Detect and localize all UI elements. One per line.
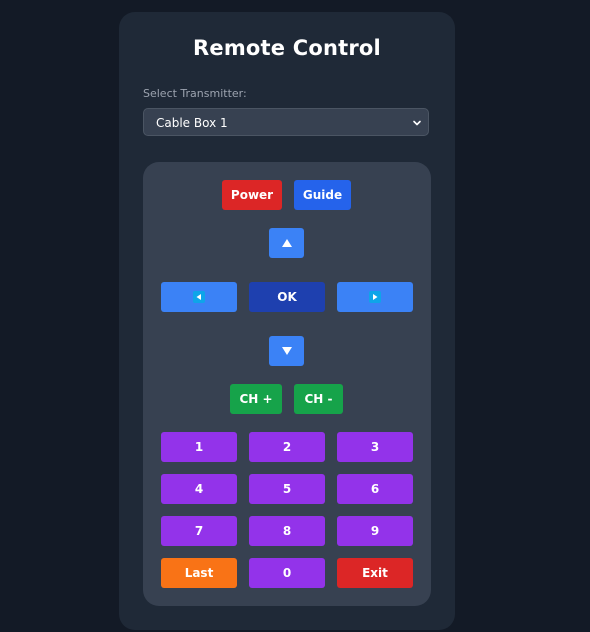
transmitter-label: Select Transmitter: <box>143 87 247 100</box>
number-9-button[interactable]: 9 <box>337 516 413 546</box>
exit-button[interactable]: Exit <box>337 558 413 588</box>
remote-control-card: Remote Control Select Transmitter: Cable… <box>119 12 455 630</box>
right-button[interactable] <box>337 282 413 312</box>
number-1-button[interactable]: 1 <box>161 432 237 462</box>
remote-panel: Power Guide OK CH + CH - 1 2 3 4 5 6 7 8… <box>143 162 431 606</box>
guide-button[interactable]: Guide <box>294 180 351 210</box>
number-5-button[interactable]: 5 <box>249 474 325 504</box>
left-button[interactable] <box>161 282 237 312</box>
number-8-button[interactable]: 8 <box>249 516 325 546</box>
number-3-button[interactable]: 3 <box>337 432 413 462</box>
triangle-up-icon <box>281 239 292 247</box>
down-button[interactable] <box>269 336 304 366</box>
channel-down-button[interactable]: CH - <box>294 384 343 414</box>
arrow-right-icon <box>369 291 381 303</box>
number-0-button[interactable]: 0 <box>249 558 325 588</box>
power-button[interactable]: Power <box>222 180 282 210</box>
up-button[interactable] <box>269 228 304 258</box>
number-6-button[interactable]: 6 <box>337 474 413 504</box>
triangle-down-icon <box>281 347 292 355</box>
ok-button[interactable]: OK <box>249 282 325 312</box>
page-title: Remote Control <box>193 36 381 60</box>
number-4-button[interactable]: 4 <box>161 474 237 504</box>
number-2-button[interactable]: 2 <box>249 432 325 462</box>
transmitter-select[interactable]: Cable Box 1 <box>143 108 429 136</box>
channel-up-button[interactable]: CH + <box>230 384 282 414</box>
last-button[interactable]: Last <box>161 558 237 588</box>
number-7-button[interactable]: 7 <box>161 516 237 546</box>
chevron-down-icon <box>413 120 421 126</box>
transmitter-selected-value: Cable Box 1 <box>156 116 228 130</box>
arrow-left-icon <box>193 291 205 303</box>
